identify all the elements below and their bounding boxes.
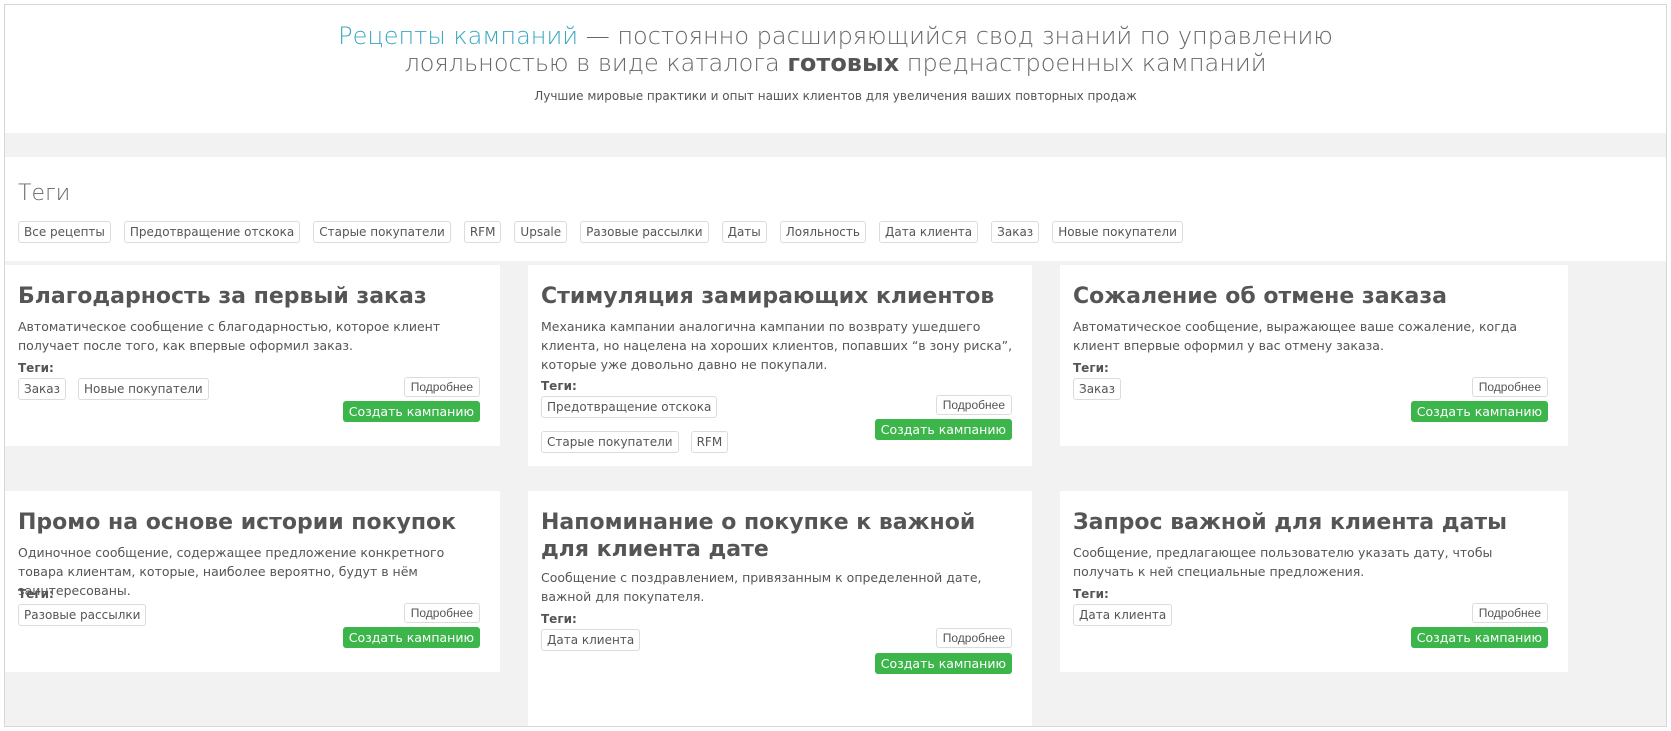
tags-filter-list: Все рецепты Предотвращение отскока Старые … [18,221,1183,243]
card-description: Одиночное сообщение, содержащее предложе… [18,545,445,598]
card-title: Стимуляция замирающих клиентов [541,284,995,309]
card-tags-label: Теги: [541,612,577,626]
card-tag[interactable]: Старые покупатели [541,431,679,453]
more-button[interactable]: Подробнее [1471,603,1548,623]
more-button[interactable]: Подробнее [1471,377,1548,397]
card-description: Механика кампании аналогична кампании по… [541,319,1013,372]
card-tag[interactable]: Разовые рассылки [18,604,147,626]
card-description: Сообщение с поздравлением, привязанным к… [541,570,982,604]
create-campaign-button[interactable]: Создать кампанию [1410,627,1548,648]
tag-filter[interactable]: Upsale [514,221,568,243]
more-button[interactable]: Подробнее [935,628,1012,648]
create-campaign-button[interactable]: Создать кампанию [1410,401,1548,422]
tag-filter[interactable]: RFM [463,221,502,243]
tag-filter[interactable]: Заказ [991,221,1040,243]
card-tag-list: Заказ [1073,378,1122,400]
recipe-card-promo-history: Промо на основе истории покупок Одиночно… [5,491,500,672]
hero-title: Рецепты кампаний — постоянно расширяющий… [5,23,1666,77]
card-description: Автоматическое сообщение с благодарность… [18,319,441,353]
tag-filter[interactable]: Все рецепты [18,221,111,243]
card-tags-label: Теги: [18,587,54,601]
tag-filter[interactable]: Старые покупатели [313,221,451,243]
recipe-card-fading-clients: Стимуляция замирающих клиентов Механика … [528,265,1032,466]
tag-filter[interactable]: Дата клиента [878,221,979,243]
more-button[interactable]: Подробнее [403,603,480,623]
tag-filter[interactable]: Предотвращение отскока [123,221,301,243]
tag-filter[interactable]: Разовые рассылки [580,221,709,243]
recipe-card-important-date-reminder: Напоминание о покупке к важной для клиен… [528,491,1032,726]
card-tag[interactable]: Новые покупатели [78,378,209,400]
card-tag[interactable]: Заказ [1073,378,1122,400]
hero-title-accent[interactable]: Рецепты кампаний [338,22,578,50]
card-description: Сообщение, предлагающее пользователю ука… [1073,545,1493,579]
create-campaign-button[interactable]: Создать кампанию [874,653,1012,674]
more-button[interactable]: Подробнее [403,377,480,397]
hero-section: Рецепты кампаний — постоянно расширяющий… [5,5,1666,133]
page-frame: Рецепты кампаний — постоянно расширяющий… [4,4,1667,727]
card-title: Благодарность за первый заказ [18,284,427,309]
card-tag-list: Разовые рассылки [18,604,147,626]
more-button[interactable]: Подробнее [935,395,1012,415]
create-campaign-button[interactable]: Создать кампанию [342,627,480,648]
tags-panel: Теги Все рецепты Предотвращение отскока Ст… [5,157,1666,261]
tag-filter[interactable]: Даты [721,221,767,243]
card-tags-label: Теги: [1073,361,1109,375]
card-title: Сожаление об отмене заказа [1073,284,1447,309]
recipe-card-date-request: Запрос важной для клиента даты Сообщение… [1060,491,1568,672]
tags-heading: Теги [18,181,71,206]
card-tags-label: Теги: [18,361,54,375]
card-tag[interactable]: Предотвращение отскока [541,396,718,418]
card-tag-list: Предотвращение отскока Старые покупатели R… [541,396,741,453]
hero-title-bold: готовых [787,49,900,77]
card-tag-list: Дата клиента [1073,604,1173,626]
card-tag[interactable]: Дата клиента [541,629,641,651]
tag-filter[interactable]: Лояльность [779,221,866,243]
recipe-card-order-cancel: Сожаление об отмене заказа Автоматическо… [1060,265,1568,446]
tag-filter[interactable]: Новые покупатели [1052,221,1183,243]
card-tag[interactable]: Заказ [18,378,67,400]
card-tag[interactable]: RFM [690,431,729,453]
create-campaign-button[interactable]: Создать кампанию [874,419,1012,440]
hero-subtitle: Лучшие мировые практики и опыт наших кли… [534,89,1137,103]
card-title: Напоминание о покупке к важной для клиен… [541,510,976,562]
card-tag[interactable]: Дата клиента [1073,604,1173,626]
card-title: Запрос важной для клиента даты [1073,510,1508,535]
card-description: Автоматическое сообщение, выражающее ваш… [1073,319,1518,353]
hero-title-rest: — постоянно расширяющийся свод знаний по… [578,22,1333,50]
card-tags-label: Теги: [541,379,577,393]
hero-title-line2-b: преднастроенных кампаний [899,49,1267,77]
create-campaign-button[interactable]: Создать кампанию [342,401,480,422]
card-tag-list: Заказ Новые покупатели [18,378,209,400]
recipe-card-thanks-first-order: Благодарность за первый заказ Автоматиче… [5,265,500,446]
card-tag-list: Дата клиента [541,629,641,651]
card-title: Промо на основе истории покупок [18,510,457,535]
card-tags-label: Теги: [1073,587,1109,601]
hero-title-line2-a: лояльностью в виде каталога [404,49,788,77]
